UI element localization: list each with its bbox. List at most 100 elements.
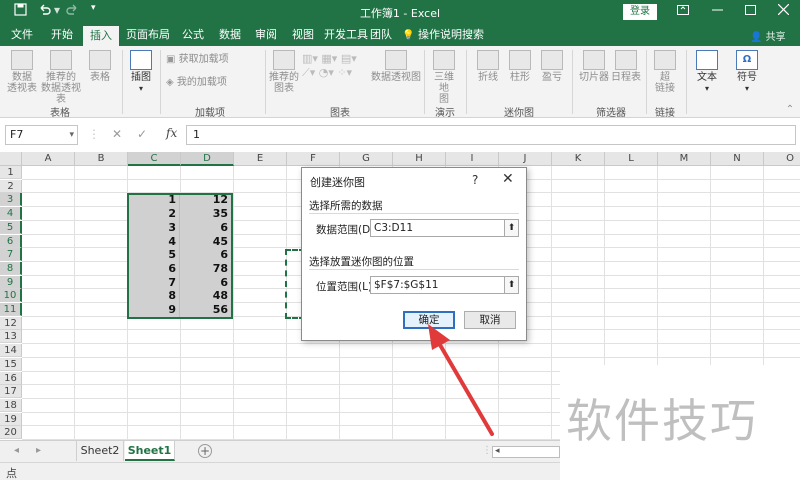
cell-d6[interactable]: 45 xyxy=(180,235,232,248)
hyperlink-button[interactable]: 超 链接 xyxy=(652,50,678,94)
tab-developer[interactable]: 开发工具 xyxy=(323,24,369,46)
tab-view[interactable]: 视图 xyxy=(287,24,319,46)
help-icon[interactable]: ? xyxy=(472,173,478,187)
row-header-1[interactable]: 1 xyxy=(0,166,22,179)
recommended-pivot-button[interactable]: 推荐的 数据透视表 xyxy=(38,50,84,105)
pivot-chart-button[interactable]: 数据透视图 xyxy=(370,50,422,83)
data-range-input[interactable]: C3:D11 xyxy=(370,219,505,237)
cancel-entry-icon[interactable]: ✕ xyxy=(112,127,122,141)
column-header-e[interactable]: E xyxy=(234,152,287,166)
collapse-ribbon-icon[interactable]: ⌃ xyxy=(784,104,796,115)
prev-sheet-icon[interactable]: ◂ xyxy=(14,445,19,456)
cell-c8[interactable]: 6 xyxy=(128,262,180,275)
row-header-13[interactable]: 13 xyxy=(0,330,22,344)
row-header-17[interactable]: 17 xyxy=(0,385,22,399)
column-header-f[interactable]: F xyxy=(287,152,340,166)
tell-me-search[interactable]: 💡 操作说明搜索 xyxy=(402,24,494,46)
cell-d5[interactable]: 6 xyxy=(180,221,232,234)
cell-d11[interactable]: 56 xyxy=(180,303,232,316)
pivot-table-button[interactable]: 数据 透视表 xyxy=(6,50,38,94)
column-header-n[interactable]: N xyxy=(711,152,764,166)
tab-file[interactable]: 文件 xyxy=(4,24,40,46)
row-header-7[interactable]: 7 xyxy=(0,248,22,262)
3d-map-button[interactable]: 三维地 图 xyxy=(430,50,458,105)
column-header-g[interactable]: G xyxy=(340,152,393,166)
cell-d4[interactable]: 35 xyxy=(180,207,232,220)
location-range-collapse-icon[interactable]: ⬆ xyxy=(504,276,519,294)
sheet-tab-sheet2[interactable]: Sheet2 xyxy=(76,441,124,461)
column-header-j[interactable]: J xyxy=(499,152,552,166)
more-options-icon[interactable]: ⋮ xyxy=(88,127,100,141)
row-header-20[interactable]: 20 xyxy=(0,426,22,440)
scroll-left-icon[interactable]: ◂ xyxy=(495,446,500,456)
close-icon[interactable] xyxy=(766,2,800,22)
row-header-12[interactable]: 12 xyxy=(0,316,22,330)
row-header-10[interactable]: 10 xyxy=(0,289,22,303)
column-header-i[interactable]: I xyxy=(446,152,499,166)
minimize-icon[interactable] xyxy=(700,2,734,22)
symbols-button[interactable]: Ω 符号 ▾ xyxy=(732,50,762,94)
get-addins-button[interactable]: ▣ 获取加载项 xyxy=(166,54,234,65)
horizontal-scrollbar[interactable]: ◂ xyxy=(492,446,560,458)
chart-type-gallery[interactable]: ▥▾ ▦▾ ▤▾ ⟋▾ ◔▾ ⁘▾ xyxy=(302,52,368,80)
location-range-input[interactable]: $F$7:$G$11 xyxy=(370,276,505,294)
recommended-charts-button[interactable]: 推荐的 图表 xyxy=(268,50,300,94)
cell-c10[interactable]: 8 xyxy=(128,289,180,302)
chevron-down-icon[interactable]: ▾ xyxy=(69,126,74,144)
row-header-8[interactable]: 8 xyxy=(0,261,22,275)
column-header-o[interactable]: O xyxy=(764,152,800,166)
column-header-d[interactable]: D xyxy=(181,152,234,166)
login-button[interactable]: 登录 xyxy=(623,4,657,20)
name-box[interactable]: F7 ▾ xyxy=(5,125,78,145)
row-header-11[interactable]: 11 xyxy=(0,303,22,316)
row-header-14[interactable]: 14 xyxy=(0,344,22,358)
column-header-a[interactable]: A xyxy=(22,152,75,166)
cell-d3[interactable]: 12 xyxy=(180,193,232,206)
row-header-19[interactable]: 19 xyxy=(0,412,22,426)
confirm-entry-icon[interactable]: ✓ xyxy=(137,127,147,141)
cell-c5[interactable]: 3 xyxy=(128,221,180,234)
cell-c3[interactable]: 1 xyxy=(128,193,180,206)
tab-formulas[interactable]: 公式 xyxy=(177,24,209,46)
tab-data[interactable]: 数据 xyxy=(214,24,246,46)
insert-function-button[interactable]: fx xyxy=(166,126,177,140)
cell-d8[interactable]: 78 xyxy=(180,262,232,275)
sparkline-column-button[interactable]: 柱形 xyxy=(506,50,534,83)
sparkline-winloss-button[interactable]: 盈亏 xyxy=(538,50,566,83)
illustrations-button[interactable]: 插图 ▾ xyxy=(127,50,155,94)
add-sheet-icon[interactable]: + xyxy=(198,444,212,458)
row-header-4[interactable]: 4 xyxy=(0,207,22,221)
row-header-5[interactable]: 5 xyxy=(0,220,22,234)
select-all-corner[interactable] xyxy=(0,152,22,166)
cell-c7[interactable]: 5 xyxy=(128,248,180,261)
cell-c4[interactable]: 2 xyxy=(128,207,180,220)
cell-d7[interactable]: 6 xyxy=(180,248,232,261)
tab-review[interactable]: 审阅 xyxy=(250,24,282,46)
text-button[interactable]: 文本 ▾ xyxy=(692,50,722,94)
row-header-16[interactable]: 16 xyxy=(0,371,22,385)
formula-input[interactable]: 1 xyxy=(186,125,796,145)
next-sheet-icon[interactable]: ▸ xyxy=(36,445,41,456)
maximize-icon[interactable] xyxy=(733,2,767,22)
tab-home[interactable]: 开始 xyxy=(44,24,80,46)
table-button[interactable]: 表格 xyxy=(86,50,114,83)
column-header-c[interactable]: C xyxy=(128,152,181,166)
tab-team[interactable]: 团队 xyxy=(366,24,396,46)
cell-c6[interactable]: 4 xyxy=(128,235,180,248)
row-header-2[interactable]: 2 xyxy=(0,179,22,193)
slicer-button[interactable]: 切片器 xyxy=(578,50,610,83)
row-header-15[interactable]: 15 xyxy=(0,357,22,371)
row-header-6[interactable]: 6 xyxy=(0,234,22,248)
column-header-h[interactable]: H xyxy=(393,152,446,166)
column-header-k[interactable]: K xyxy=(552,152,605,166)
column-header-m[interactable]: M xyxy=(658,152,711,166)
sheet-tab-sheet1[interactable]: Sheet1 xyxy=(125,441,175,461)
row-header-18[interactable]: 18 xyxy=(0,398,22,412)
row-header-3[interactable]: 3 xyxy=(0,193,22,207)
sparkline-line-button[interactable]: 折线 xyxy=(474,50,502,83)
tab-insert[interactable]: 插入 xyxy=(83,26,119,46)
ribbon-display-icon[interactable] xyxy=(666,2,700,22)
cell-c11[interactable]: 9 xyxy=(128,303,180,316)
my-addins-button[interactable]: ◈ 我的加载项 xyxy=(166,77,238,88)
share-button[interactable]: 👤 共享 xyxy=(750,28,786,43)
